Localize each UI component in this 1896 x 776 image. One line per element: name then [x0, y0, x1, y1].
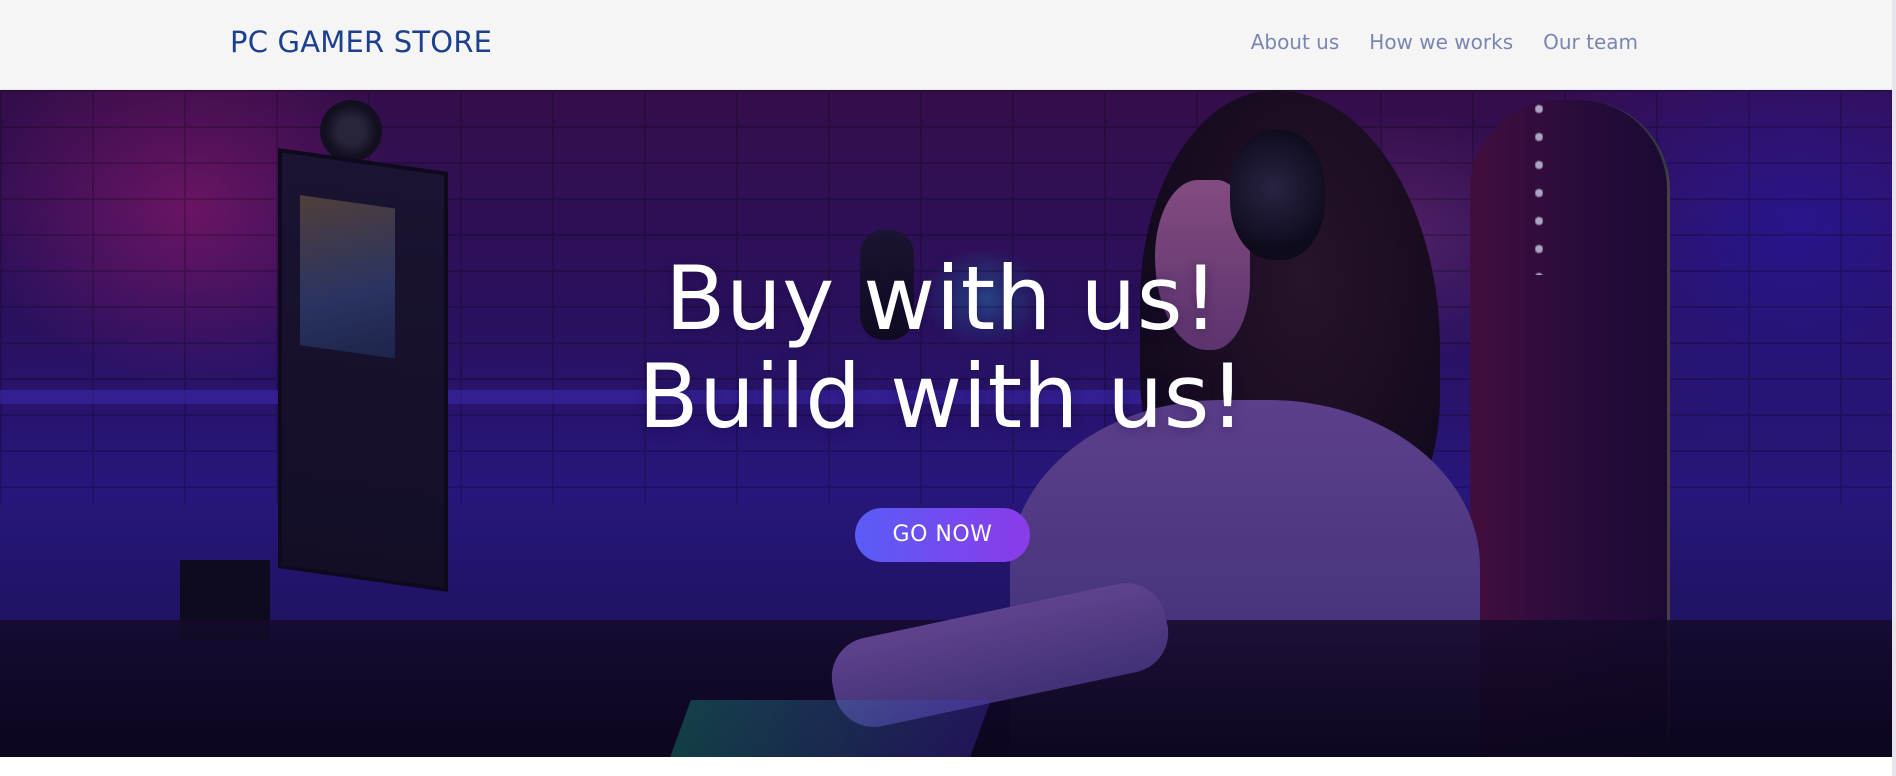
hero-title: Buy with us! Build with us! [0, 250, 1884, 446]
nav-link-about-us[interactable]: About us [1251, 28, 1340, 56]
nav-link-how-we-works[interactable]: How we works [1369, 28, 1513, 56]
hero-title-line-2: Build with us! [638, 345, 1246, 448]
hero-title-line-1: Buy with us! [665, 247, 1219, 350]
site-header: PC GAMER STORE About us How we works Our… [0, 0, 1894, 90]
go-now-button[interactable]: GO NOW [855, 508, 1030, 562]
hero-section: Buy with us! Build with us! GO NOW [0, 90, 1892, 757]
nav-link-our-team[interactable]: Our team [1543, 28, 1638, 56]
main-nav: About us How we works Our team [1251, 28, 1638, 56]
brand-logo[interactable]: PC GAMER STORE [230, 22, 492, 62]
page-scrollbar[interactable] [1892, 0, 1896, 776]
